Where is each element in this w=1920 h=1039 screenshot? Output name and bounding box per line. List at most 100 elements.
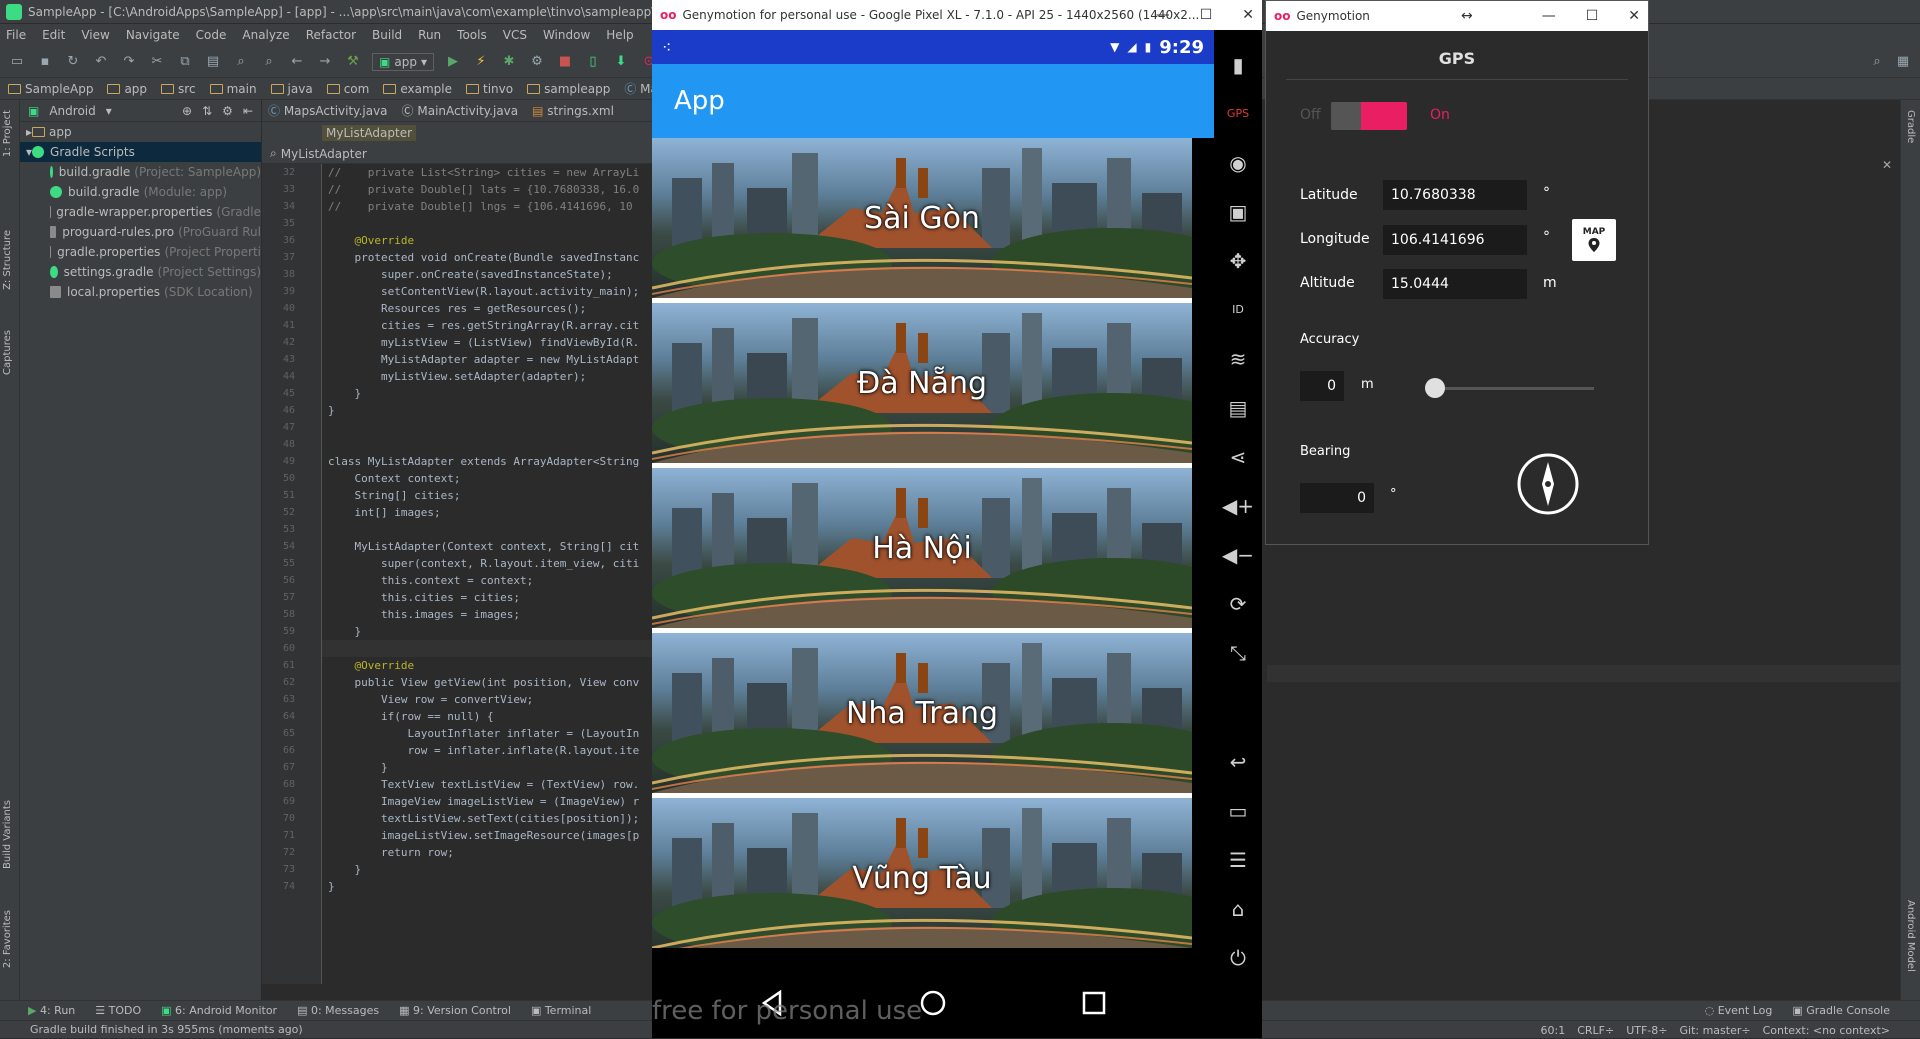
tool-tab-build-variants[interactable]: Build Variants — [2, 800, 13, 869]
accuracy-slider-track[interactable] — [1434, 387, 1594, 390]
battery-icon[interactable]: ▮ — [1214, 40, 1262, 89]
power-icon[interactable]: ⏻ — [1214, 933, 1262, 982]
sync-panel-icon[interactable]: ⊕ — [182, 104, 192, 118]
collapse-all-icon[interactable]: ⇅ — [202, 104, 212, 118]
project-view-select[interactable]: Android — [49, 104, 95, 118]
city-list-item[interactable]: Nha Trang — [652, 633, 1192, 793]
menu-file[interactable]: File — [6, 28, 26, 42]
search-everywhere-icon[interactable]: ⌕ — [1868, 52, 1886, 70]
city-list[interactable]: Sài GònĐà NẵngHà NộiNha TrangVũng Tàu — [652, 138, 1192, 948]
tree-item-gradle-wrapper[interactable]: gradle-wrapper.properties(Gradle — [20, 202, 261, 222]
gear-icon[interactable]: ⚙ — [222, 104, 233, 118]
city-list-item[interactable]: Sài Gòn — [652, 138, 1192, 298]
gps-icon[interactable]: GPS — [1214, 89, 1262, 138]
search-input[interactable]: MyListAdapter — [281, 147, 367, 161]
tool-tab-favorites[interactable]: 2: Favorites — [2, 910, 13, 968]
city-list-item[interactable]: Vũng Tàu — [652, 798, 1192, 948]
paste-icon[interactable]: ▤ — [204, 53, 222, 71]
city-list-item[interactable]: Hà Nội — [652, 468, 1192, 628]
project-structure-icon[interactable]: ▦ — [1894, 52, 1912, 70]
nav-item-app[interactable]: app — [107, 82, 147, 96]
recents-icon[interactable] — [1080, 989, 1108, 1017]
close-find-icon[interactable]: ✕ — [1882, 158, 1892, 172]
tab-maps-activity[interactable]: Ⓒ MapsActivity.java — [268, 102, 388, 119]
tool-tab-event-log[interactable]: ◌ Event Log — [1705, 1004, 1773, 1017]
maximize-icon[interactable]: ☐ — [1200, 7, 1213, 23]
home-icon[interactable] — [919, 989, 947, 1017]
avd-manager-icon[interactable]: ▯ — [584, 53, 602, 71]
nav-item-sampleapp[interactable]: SampleApp — [8, 82, 93, 96]
tool-tab-version-control[interactable]: ▦ 9: Version Control — [399, 1004, 511, 1017]
redo-icon[interactable]: ↷ — [120, 53, 138, 71]
id-icon[interactable]: ID — [1214, 285, 1262, 334]
minimize-icon[interactable]: — — [1542, 8, 1556, 24]
cut-icon[interactable]: ✂ — [148, 53, 166, 71]
compass-icon[interactable] — [1516, 452, 1580, 516]
menu-tools[interactable]: Tools — [457, 28, 487, 42]
hide-panel-icon[interactable]: ⇤ — [243, 104, 253, 118]
close-icon[interactable]: ✕ — [1628, 8, 1640, 24]
run-icon[interactable]: ▶ — [444, 53, 462, 71]
menu-help[interactable]: Help — [606, 28, 633, 42]
run-config-select[interactable]: ▣ app ▾ — [372, 53, 434, 71]
menu-edit[interactable]: Edit — [42, 28, 65, 42]
nav-item-sampleapp-pkg[interactable]: sampleapp — [527, 82, 610, 96]
tree-item-build-gradle-module[interactable]: build.gradle(Module: app) — [20, 182, 261, 202]
city-list-item[interactable]: Đà Nẵng — [652, 303, 1192, 463]
home-icon[interactable]: ⌂ — [1214, 884, 1262, 933]
git-branch[interactable]: Git: master÷ — [1680, 1024, 1751, 1037]
menu-run[interactable]: Run — [418, 28, 441, 42]
nav-item-java[interactable]: java — [271, 82, 313, 96]
nav-item-com[interactable]: com — [327, 82, 370, 96]
tab-strings-xml[interactable]: ▤ strings.xml — [532, 104, 614, 118]
tool-tab-messages[interactable]: ▤ 0: Messages — [297, 1004, 379, 1017]
tree-item-build-gradle-project[interactable]: build.gradle(Project: SampleApp) — [20, 162, 261, 182]
volume-down-icon[interactable]: ◀− — [1214, 530, 1262, 579]
nav-item-tinvo[interactable]: tinvo — [466, 82, 513, 96]
debug-icon[interactable]: ✱ — [500, 53, 518, 71]
bearing-field[interactable]: 0 — [1300, 483, 1374, 513]
nav-item-src[interactable]: src — [161, 82, 196, 96]
accuracy-slider-knob[interactable] — [1425, 378, 1445, 398]
volume-up-icon[interactable]: ◀+ — [1214, 481, 1262, 530]
replace-icon[interactable]: ⌕ — [260, 53, 278, 71]
close-icon[interactable]: ✕ — [1242, 7, 1254, 23]
code-editor[interactable]: // private List<String> cities = new Arr… — [322, 164, 652, 984]
tool-tab-gradle[interactable]: Gradle — [1905, 110, 1916, 143]
move-icon[interactable]: ✥ — [1214, 236, 1262, 285]
tab-main-activity[interactable]: Ⓒ MainActivity.java — [402, 102, 519, 119]
tree-item-settings-gradle[interactable]: settings.gradle(Project Settings) — [20, 262, 261, 282]
menu-analyze[interactable]: Analyze — [242, 28, 289, 42]
nav-item-example[interactable]: example — [383, 82, 452, 96]
open-folder-icon[interactable]: ▭ — [8, 53, 26, 71]
minimize-icon[interactable]: — — [1156, 7, 1170, 23]
menu-refactor[interactable]: Refactor — [306, 28, 356, 42]
sms-icon[interactable]: ▤ — [1214, 383, 1262, 432]
line-separator[interactable]: CRLF÷ — [1577, 1024, 1614, 1037]
tree-item-gradle-scripts[interactable]: ▾ Gradle Scripts — [20, 142, 261, 162]
back-icon[interactable]: ↩ — [1214, 737, 1262, 786]
tool-tab-run[interactable]: ▶ 4: Run — [28, 1004, 75, 1017]
clapper-icon[interactable]: ▣ — [1214, 187, 1262, 236]
tool-tab-terminal[interactable]: ▣ Terminal — [531, 1004, 591, 1017]
sdk-manager-icon[interactable]: ⬇ — [612, 53, 630, 71]
copy-icon[interactable]: ⧉ — [176, 53, 194, 71]
recent-apps-icon[interactable]: ▭ — [1214, 786, 1262, 835]
share-icon[interactable]: ⋖ — [1214, 432, 1262, 481]
find-icon[interactable]: ⌕ — [232, 53, 250, 71]
back-arrow-icon[interactable]: ← — [288, 53, 306, 71]
menu-view[interactable]: View — [81, 28, 109, 42]
apply-changes-icon[interactable]: ⚡ — [472, 53, 490, 71]
resize-icon[interactable]: ↔ — [1461, 8, 1473, 24]
save-all-icon[interactable]: ▪ — [36, 53, 54, 71]
tool-tab-android-monitor[interactable]: ▣ 6: Android Monitor — [161, 1004, 277, 1017]
tool-tab-structure[interactable]: Z: Structure — [2, 230, 13, 290]
altitude-field[interactable]: 15.0444 — [1383, 269, 1527, 299]
make-project-icon[interactable]: ⚒ — [344, 53, 362, 71]
breadcrumb[interactable]: MyListAdapter — [322, 125, 416, 141]
maximize-icon[interactable]: ☐ — [1586, 8, 1599, 24]
chevron-down-icon[interactable]: ▾ — [106, 104, 112, 118]
tree-item-app[interactable]: ▸ app — [20, 122, 261, 142]
tool-tab-project[interactable]: 1: Project — [2, 110, 13, 157]
pixel-perfect-icon[interactable]: ⤡ — [1214, 628, 1262, 677]
